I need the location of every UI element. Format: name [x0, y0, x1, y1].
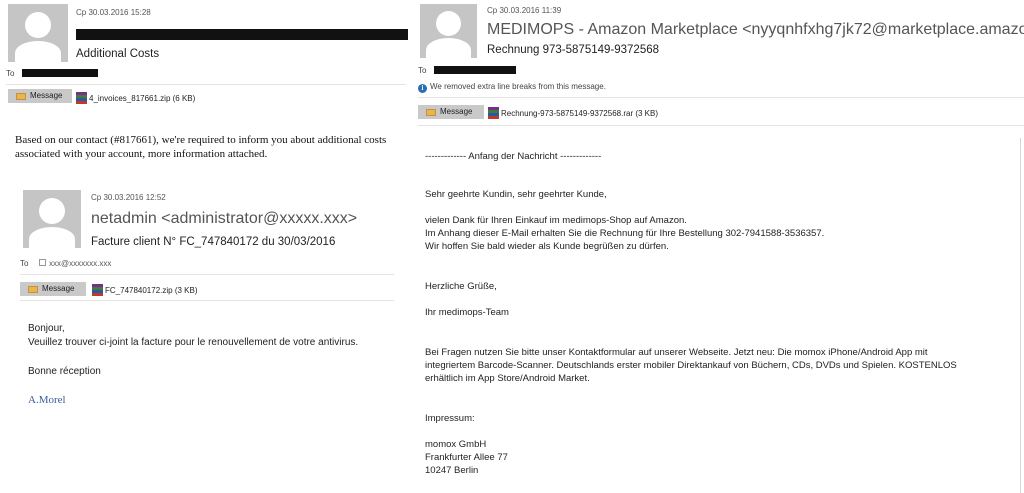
body-impressum: Impressum:: [425, 413, 475, 424]
body-line: Veuillez trouver ci-joint la facture pou…: [28, 337, 359, 348]
attachment-label: FC_747840172.zip (3 KB): [105, 286, 198, 295]
signature: A.Morel: [28, 394, 66, 406]
avatar-body-icon: [29, 227, 75, 248]
company-line: Frankfurter Allee 77: [425, 452, 508, 463]
body-regards: Herzliche Grüße,: [425, 281, 497, 292]
body-line: integriertem Barcode-Scanner. Deutschlan…: [425, 360, 957, 371]
envelope-icon: [426, 109, 436, 116]
body-line: erhältlich im App Store/Android Market.: [425, 373, 590, 384]
email-sender: netadmin <administrator@xxxxx.xxx>: [91, 210, 358, 227]
body-line: Bonne réception: [28, 366, 101, 377]
email-date: Ср 30.03.2016 12:52: [91, 193, 166, 202]
body-line: Bei Fragen nutzen Sie bitte unser Kontak…: [425, 347, 928, 358]
info-bar: i We removed extra line breaks from this …: [418, 82, 606, 93]
body-header: ------------- Anfang der Nachricht -----…: [425, 151, 602, 162]
tab-separator: [20, 300, 394, 301]
email-subject: Facture client N° FC_747840172 du 30/03/…: [91, 236, 336, 248]
attachment[interactable]: FC_747840172.zip (3 KB): [92, 284, 198, 296]
archive-icon: [488, 107, 499, 119]
info-bar-text: We removed extra line breaks from this m…: [430, 82, 606, 91]
message-tab[interactable]: Message: [418, 105, 484, 119]
to-label: To: [6, 69, 15, 78]
envelope-icon: [16, 93, 26, 100]
avatar-body-icon: [426, 38, 471, 58]
email-body: Based on our contact (#817661), we're re…: [15, 134, 387, 160]
attachment[interactable]: Rechnung-973-5875149-9372568.rar (3 KB): [488, 107, 658, 119]
attachment-label: Rechnung-973-5875149-9372568.rar (3 KB): [501, 109, 658, 118]
email-subject: Rechnung 973-5875149-9372568: [487, 44, 660, 56]
recipient-address[interactable]: xxx@xxxxxxx.xxx: [49, 259, 111, 268]
avatar-head-icon: [39, 198, 65, 224]
header-separator: [6, 84, 406, 85]
avatar-head-icon: [25, 12, 51, 38]
header-separator: [20, 274, 394, 275]
avatar-body-icon: [15, 41, 61, 62]
email-sender: MEDIMOPS - Amazon Marketplace <nyyqnhfxh…: [487, 21, 1024, 38]
info-icon: i: [418, 84, 427, 93]
attachment[interactable]: 4_invoices_817661.zip (6 KB): [76, 92, 195, 104]
redacted-sender: [76, 29, 408, 40]
email-date: Ср 30.03.2016 15:28: [76, 8, 151, 17]
email-subject: Additional Costs: [76, 48, 160, 60]
body-line: Wir hoffen Sie bald wieder als Kunde beg…: [425, 241, 669, 252]
archive-icon: [92, 284, 103, 296]
message-tab-label: Message: [30, 91, 63, 100]
redacted-recipient[interactable]: [22, 69, 98, 77]
body-team: Ihr medimops-Team: [425, 307, 509, 318]
company-line: momox GmbH: [425, 439, 487, 450]
to-label: To: [418, 66, 427, 75]
company-line: 10247 Berlin: [425, 465, 479, 476]
message-tab[interactable]: Message: [8, 89, 72, 103]
recipient-checkbox[interactable]: [39, 259, 46, 266]
body-greeting: Sehr geehrte Kundin, sehr geehrter Kunde…: [425, 189, 607, 200]
tab-separator: [418, 125, 1024, 126]
body-line: Bonjour,: [28, 323, 65, 334]
message-tab-label: Message: [42, 284, 75, 293]
sender-avatar: [8, 4, 68, 62]
body-line: vielen Dank für Ihren Einkauf im medimop…: [425, 215, 687, 226]
avatar-head-icon: [436, 11, 461, 36]
message-tab[interactable]: Message: [20, 282, 86, 296]
to-label: To: [20, 259, 29, 268]
redacted-recipient[interactable]: [434, 66, 516, 74]
email-date: Ср 30.03.2016 11:39: [487, 6, 562, 15]
attachment-label: 4_invoices_817661.zip (6 KB): [89, 94, 196, 103]
body-line: Im Anhang dieser E-Mail erhalten Sie die…: [425, 228, 825, 239]
envelope-icon: [28, 286, 38, 293]
archive-icon: [76, 92, 87, 104]
header-separator: [418, 97, 1024, 98]
sender-avatar: [23, 190, 81, 248]
sender-avatar: [420, 4, 477, 58]
message-tab-label: Message: [440, 107, 473, 116]
scrollbar-track[interactable]: [1020, 138, 1021, 493]
